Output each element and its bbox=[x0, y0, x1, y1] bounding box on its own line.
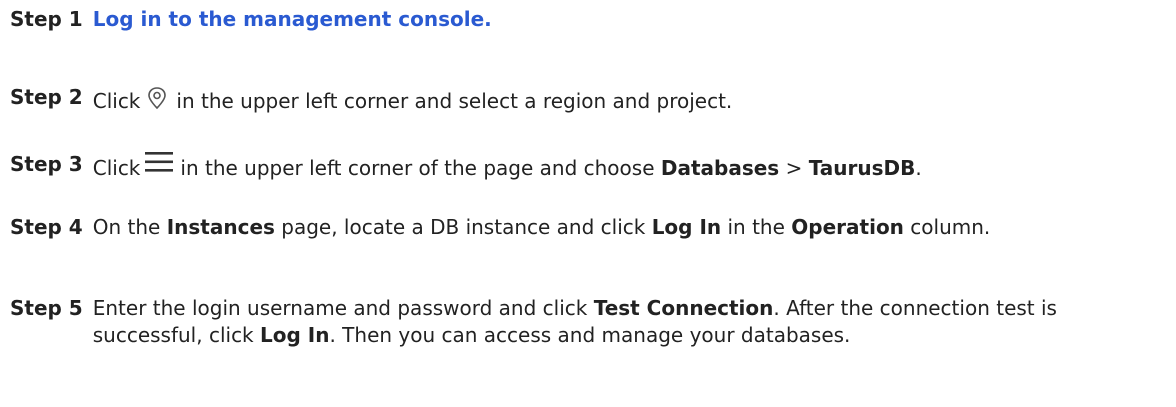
step-text: Click bbox=[92, 89, 141, 113]
menu-taurusdb: TaurusDB bbox=[808, 156, 916, 180]
step-text: in the upper left corner and select a re… bbox=[176, 89, 733, 113]
step-body: Click in the upper left corner of the pag… bbox=[93, 151, 1160, 182]
step-text: in the bbox=[727, 215, 785, 239]
log-in-action-name: Log In bbox=[651, 215, 722, 239]
step-1: Step 1 Log in to the management console. bbox=[10, 6, 1160, 33]
management-console-link[interactable]: Log in to the management console. bbox=[93, 7, 492, 31]
step-text: in the upper left corner of the page and… bbox=[180, 156, 655, 180]
step-text: Click bbox=[92, 156, 141, 180]
location-pin-icon bbox=[144, 84, 170, 121]
menu-separator: > bbox=[785, 156, 803, 180]
step-text: On the bbox=[92, 215, 161, 239]
step-3: Step 3 Click in the upper left corner of … bbox=[10, 151, 1160, 182]
step-body: Enter the login username and password an… bbox=[93, 295, 1160, 349]
step-label: Step 3 bbox=[10, 152, 83, 176]
step-text: . bbox=[915, 156, 922, 180]
test-connection-button-name: Test Connection bbox=[593, 296, 774, 320]
step-label: Step 1 bbox=[10, 7, 83, 31]
instances-page-name: Instances bbox=[166, 215, 275, 239]
menu-databases: Databases bbox=[660, 156, 780, 180]
hamburger-menu-icon bbox=[144, 151, 174, 180]
step-text: page, locate a DB instance and click bbox=[281, 215, 646, 239]
step-2: Step 2 Click in the upper left corner and… bbox=[10, 84, 1160, 121]
step-label: Step 2 bbox=[10, 85, 83, 109]
step-label: Step 5 bbox=[10, 296, 83, 320]
operation-column-name: Operation bbox=[791, 215, 904, 239]
step-text: column. bbox=[910, 215, 991, 239]
log-in-button-name: Log In bbox=[260, 323, 330, 347]
step-label: Step 4 bbox=[10, 215, 83, 239]
step-5: Step 5 Enter the login username and pass… bbox=[10, 295, 1160, 349]
step-text: . Then you can access and manage your da… bbox=[329, 323, 851, 347]
step-text: Enter the login username and password an… bbox=[92, 296, 588, 320]
step-body: Log in to the management console. bbox=[93, 6, 1160, 33]
step-body: Click in the upper left corner and select… bbox=[93, 84, 1160, 121]
step-body: On the Instances page, locate a DB insta… bbox=[93, 214, 1160, 241]
step-4: Step 4 On the Instances page, locate a D… bbox=[10, 214, 1160, 241]
